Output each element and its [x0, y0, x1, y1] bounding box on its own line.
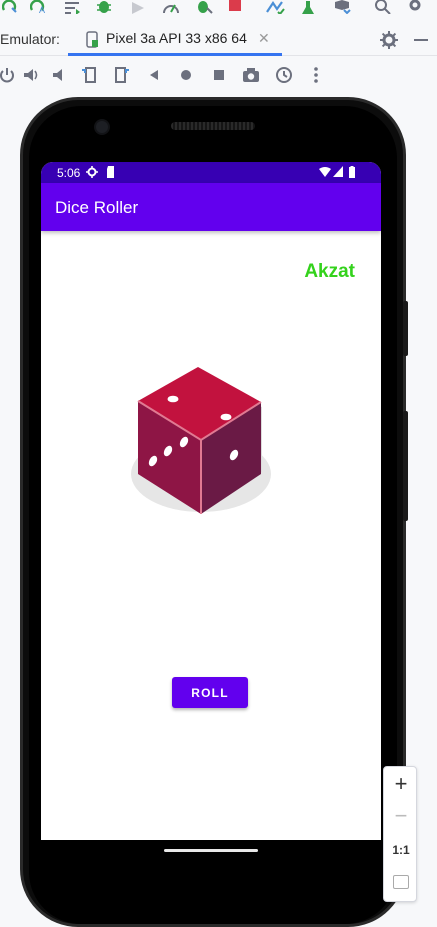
apply-code-changes-icon[interactable]: A [30, 0, 48, 14]
overview-icon[interactable] [209, 65, 229, 85]
zoom-controls: + − 1:1 [383, 766, 417, 902]
app-bar: Dice Roller [41, 183, 381, 231]
volume-up-icon[interactable] [22, 65, 42, 85]
fit-screen-icon[interactable] [393, 875, 409, 889]
camera-icon[interactable] [241, 65, 261, 85]
profiler-icon[interactable] [130, 0, 146, 14]
home-gesture-pill[interactable] [164, 849, 258, 852]
navigation-bar [41, 840, 381, 870]
apply-changes-icon[interactable] [2, 0, 18, 14]
emulator-controls [0, 60, 437, 90]
device-name: Pixel 3a API 33 x86 64 [106, 30, 247, 46]
gear-icon[interactable] [380, 31, 398, 49]
battery-icon [349, 166, 355, 178]
volume-rocker[interactable] [403, 411, 408, 521]
roll-button[interactable]: ROLL [172, 677, 248, 708]
actual-size-button[interactable]: 1:1 [384, 843, 418, 857]
sync-icon[interactable] [265, 0, 285, 14]
ide-toolbar: A [0, 0, 437, 18]
debug-icon[interactable] [96, 0, 112, 14]
wifi-icon [319, 167, 331, 177]
run-tests-icon[interactable] [300, 0, 318, 14]
attach-debugger-icon[interactable] [195, 0, 213, 14]
sd-card-icon [107, 166, 114, 178]
zoom-out-button[interactable]: − [384, 803, 418, 829]
phone-icon [86, 31, 98, 48]
svg-text:A: A [39, 5, 45, 14]
front-camera [96, 121, 108, 133]
name-label: Akzat [304, 261, 355, 282]
power-icon[interactable] [0, 65, 17, 85]
more-icon[interactable] [306, 65, 326, 85]
rotate-left-icon[interactable] [80, 65, 100, 85]
back-icon[interactable] [144, 65, 164, 85]
emulator-tab-bar: Emulator: Pixel 3a API 33 x86 64 ✕ [0, 22, 437, 56]
speedometer-icon[interactable] [162, 0, 180, 14]
phone-screen: 5:06 Dice Roller Akzat ROLL [41, 162, 381, 840]
settings-status-icon [86, 166, 98, 178]
home-icon[interactable] [176, 65, 196, 85]
logcat-icon[interactable] [64, 0, 82, 14]
status-time: 5:06 [57, 166, 81, 180]
search-icon[interactable] [374, 0, 392, 14]
rotate-right-icon[interactable] [111, 65, 131, 85]
minimize-icon[interactable] [414, 39, 428, 41]
app-title: Dice Roller [55, 198, 139, 217]
power-button[interactable] [403, 301, 408, 356]
settings-icon[interactable] [406, 0, 424, 14]
signal-icon [333, 166, 343, 177]
pip [167, 395, 179, 403]
close-icon[interactable]: ✕ [258, 30, 270, 47]
tab-device[interactable]: Pixel 3a API 33 x86 64 ✕ [68, 22, 282, 56]
zoom-in-button[interactable]: + [384, 771, 418, 797]
sdk-manager-icon[interactable] [332, 0, 352, 14]
status-bar: 5:06 [41, 162, 381, 183]
dice-image [131, 367, 271, 514]
stop-icon[interactable] [228, 0, 242, 14]
snapshot-icon[interactable] [274, 65, 294, 85]
emulator-label: Emulator: [0, 31, 60, 47]
pip [220, 413, 232, 421]
volume-down-icon[interactable] [50, 65, 70, 85]
earpiece-speaker [171, 122, 255, 130]
